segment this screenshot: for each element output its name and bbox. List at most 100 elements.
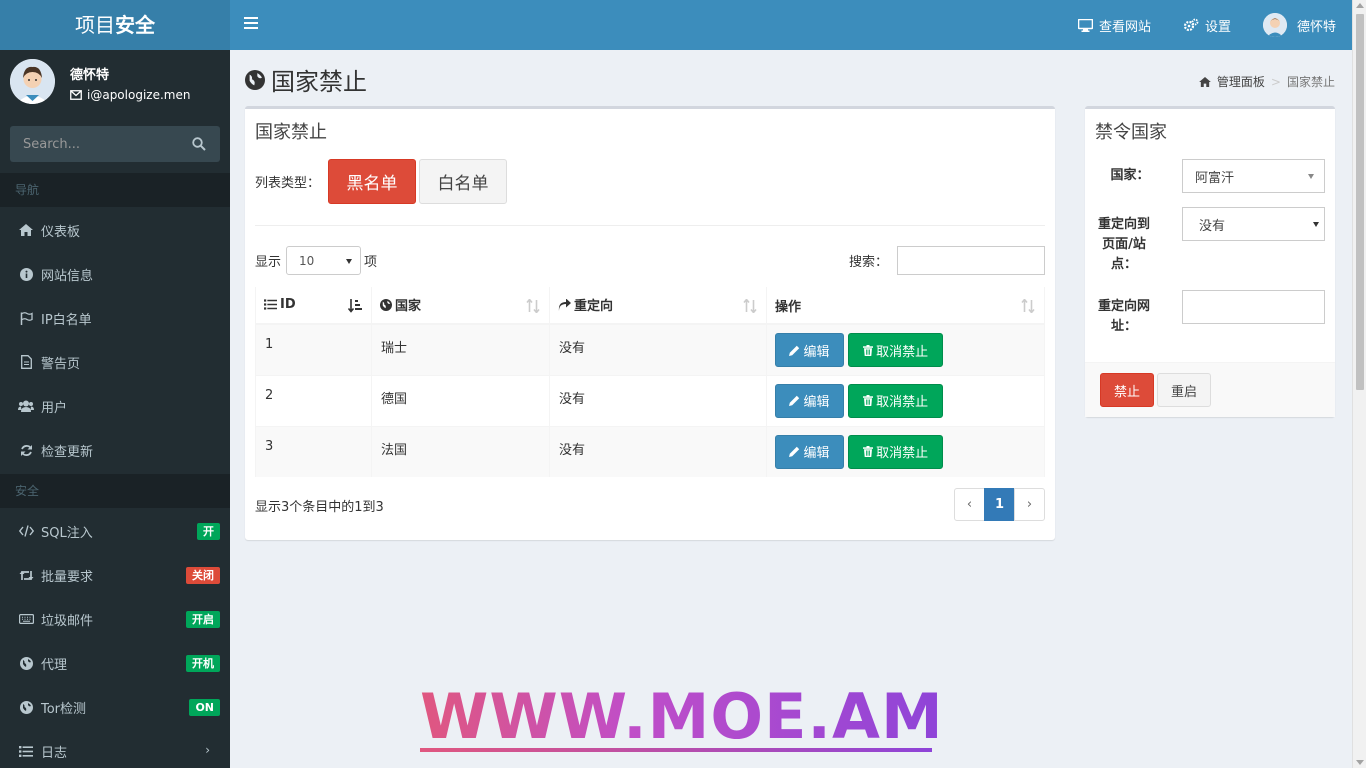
sort-icon[interactable] <box>743 299 757 313</box>
sort-icon[interactable] <box>526 299 540 313</box>
column-header-label: 重定向 <box>574 299 614 315</box>
globe-icon <box>380 298 392 311</box>
ban-button[interactable]: 禁止 <box>1100 373 1154 407</box>
column-header-redirect[interactable]: 重定向 <box>549 287 767 325</box>
table-row: 1 瑞士 没有 编辑 取消禁止 <box>255 323 1045 375</box>
url-label-line: 重定向网 <box>1097 299 1150 314</box>
logo-text-bold: 安全 <box>115 13 155 37</box>
chevron-right-icon: › <box>205 743 210 757</box>
cell-id: 1 <box>255 323 372 375</box>
sidebar-item-proxy[interactable]: 代理 开机 <box>0 641 230 685</box>
security-section-header: 安全 <box>0 474 230 508</box>
column-header-country[interactable]: 国家 <box>371 287 550 325</box>
cell-redirect: 没有 <box>549 374 767 426</box>
sidebar-item-dashboard[interactable]: 仪表板 <box>0 208 230 252</box>
table-header-row: ID 国家 重定向 操作 <box>255 287 1045 325</box>
envelope-icon <box>70 90 82 100</box>
sidebar-item-tor-detection[interactable]: Tor检测 ON <box>0 685 230 729</box>
cell-country: 法国 <box>371 425 550 477</box>
unban-button[interactable]: 取消禁止 <box>848 383 944 418</box>
sort-icon[interactable] <box>1021 299 1035 313</box>
reset-button[interactable]: 重启 <box>1157 373 1211 407</box>
pagination-next[interactable]: › <box>1014 488 1045 521</box>
app-logo[interactable]: 项目安全 <box>0 0 230 50</box>
status-badge: 关闭 <box>186 567 220 584</box>
sidebar-item-warning-page[interactable]: 警告页 <box>0 340 230 384</box>
flag-icon <box>18 311 34 325</box>
status-badge: ON <box>189 699 220 716</box>
page-scrollbar[interactable] <box>1352 0 1366 768</box>
settings-link[interactable]: 设置 <box>1167 0 1247 50</box>
divider <box>255 225 1045 226</box>
sidebar-toggle-icon[interactable] <box>244 17 258 31</box>
sidebar-item-ip-whitelist[interactable]: IP白名单 <box>0 296 230 340</box>
redirect-url-input[interactable] <box>1182 290 1325 324</box>
sidebar-item-sql-injection[interactable]: SQL注入 开 <box>0 509 230 553</box>
sidebar-item-site-info[interactable]: 网站信息 <box>0 252 230 296</box>
edit-button[interactable]: 编辑 <box>775 434 844 469</box>
pagination-prev[interactable]: ‹ <box>954 488 985 521</box>
sidebar-item-users[interactable]: 用户 <box>0 384 230 428</box>
file-icon <box>18 355 34 369</box>
search-icon[interactable] <box>192 137 206 151</box>
sidebar-item-label: SQL注入 <box>41 525 93 541</box>
user-panel: 德怀特 i@apologize.men <box>0 50 230 114</box>
view-site-link[interactable]: 查看网站 <box>1062 0 1167 50</box>
list-type-label: 列表类型： <box>255 176 321 191</box>
pagination-page[interactable]: 1 <box>984 488 1015 521</box>
page-size-select[interactable]: 10 <box>286 246 361 275</box>
unban-button[interactable]: 取消禁止 <box>848 333 944 367</box>
column-header-actions[interactable]: 操作 <box>766 287 1045 325</box>
column-header-id[interactable]: ID <box>255 287 372 325</box>
nav-section-header: 导航 <box>0 173 230 207</box>
redirect-select[interactable]: 没有 <box>1182 207 1325 241</box>
desktop-icon <box>1077 18 1093 32</box>
edit-button[interactable]: 编辑 <box>775 333 844 367</box>
edit-button[interactable]: 编辑 <box>775 383 844 418</box>
sidebar-item-spam[interactable]: 垃圾邮件 开启 <box>0 597 230 641</box>
blacklist-button[interactable]: 黑名单 <box>328 159 416 204</box>
globe-icon <box>18 656 34 670</box>
breadcrumb: 管理面板 > 国家禁止 <box>1199 73 1335 90</box>
sidebar-item-label: 网站信息 <box>41 268 94 284</box>
keyboard-icon <box>18 614 34 624</box>
breadcrumb-home[interactable]: 管理面板 <box>1217 73 1265 90</box>
table-row: 3 法国 没有 编辑 取消禁止 <box>255 425 1045 477</box>
sort-ascending-icon[interactable] <box>348 299 362 313</box>
cell-actions: 编辑 取消禁止 <box>766 425 1045 477</box>
country-select[interactable]: 阿富汗 <box>1182 159 1325 193</box>
home-icon <box>18 224 34 236</box>
table-row: 2 德国 没有 编辑 取消禁止 <box>255 374 1045 426</box>
trash-icon <box>863 395 874 406</box>
sidebar-item-logs[interactable]: 日志 › <box>0 729 230 768</box>
whitelist-button[interactable]: 白名单 <box>419 159 507 204</box>
sidebar-item-label: Tor检测 <box>41 701 87 717</box>
cell-redirect: 没有 <box>549 425 767 477</box>
sidebar-item-mass-requests[interactable]: 批量要求 关闭 <box>0 553 230 597</box>
redirect-select-value: 没有 <box>1199 218 1226 234</box>
items-label: 项 <box>364 255 378 270</box>
page-title: 国家禁止 <box>245 62 367 97</box>
cell-country: 瑞士 <box>371 323 550 375</box>
redirect-label-line: 点： <box>1110 257 1137 272</box>
country-label: 国家： <box>1110 168 1150 183</box>
country-ban-table: ID 国家 重定向 操作 1 瑞士 没有 编辑 取消禁止 2 德国 没有 编辑 … <box>255 287 1045 477</box>
sidebar-item-label: 代理 <box>41 657 68 673</box>
globe-icon <box>18 700 34 714</box>
pagination: ‹ 1 › <box>954 488 1045 521</box>
sidebar-item-check-updates[interactable]: 检查更新 <box>0 428 230 472</box>
scrollbar-thumb[interactable] <box>1356 14 1364 390</box>
cell-redirect: 没有 <box>549 323 767 375</box>
unban-label: 取消禁止 <box>876 395 929 410</box>
code-icon <box>18 525 34 537</box>
unban-button[interactable]: 取消禁止 <box>848 434 944 469</box>
top-nav-menu: 查看网站 设置 德怀特 <box>1062 0 1352 50</box>
sidebar-item-label: 日志 <box>41 745 68 761</box>
sidebar: 德怀特 i@apologize.men 导航 仪表板 网站信息 IP白名单 警告… <box>0 50 230 768</box>
sidebar-search-input[interactable] <box>10 126 180 162</box>
user-menu[interactable]: 德怀特 <box>1247 0 1352 50</box>
list-icon <box>18 745 34 757</box>
pencil-icon <box>789 446 800 457</box>
table-search-input[interactable] <box>897 246 1045 275</box>
status-badge: 开启 <box>186 611 220 628</box>
